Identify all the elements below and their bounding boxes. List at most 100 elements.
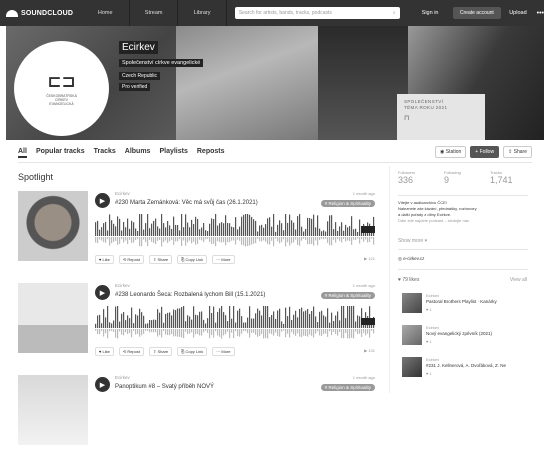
share-button[interactable]: ⇪ Share xyxy=(149,255,173,264)
station-button[interactable]: ◉ Station xyxy=(434,146,467,158)
banner-photo xyxy=(176,26,318,140)
play-button[interactable]: ▶ xyxy=(95,285,110,300)
liked-track-user[interactable]: Ecirkev xyxy=(426,357,439,362)
avatar[interactable]: ⊏⊐ ČESKOBRATRSKÁ CÍRKEV EVANGELICKÁ xyxy=(14,41,109,136)
copy-link-button[interactable]: ⎘ Copy Link xyxy=(177,347,208,356)
repost-button[interactable]: ⟲ Repost xyxy=(118,255,144,264)
like-button[interactable]: ♥ Like xyxy=(95,347,114,356)
website-link[interactable]: ◎ e-cirkev.cz xyxy=(398,256,424,262)
create-account-button[interactable]: Create account xyxy=(452,7,502,19)
cloud-icon xyxy=(6,9,18,17)
tab-all[interactable]: All xyxy=(18,148,27,158)
profile-actions: ◉ Station + Follow ⇪ Share xyxy=(434,146,532,158)
track-date: 1 month ago xyxy=(352,191,375,196)
repost-label: Repost xyxy=(127,257,140,262)
follow-button[interactable]: + Follow xyxy=(470,146,500,158)
liked-track[interactable]: Ecirkev Pastoral Brothers Playlist · Kan… xyxy=(398,293,530,319)
search-input[interactable]: Search for artists, bands, tracks, podca… xyxy=(234,7,400,19)
track-date: 1 month ago xyxy=(352,375,375,380)
waveform[interactable] xyxy=(95,306,375,340)
share-button[interactable]: ⇪ Share xyxy=(503,146,532,158)
nav-library[interactable]: Library xyxy=(178,0,227,26)
liked-track-artwork[interactable] xyxy=(402,357,422,377)
more-button[interactable]: ⋯ More xyxy=(212,347,235,356)
logo-text: SOUNDCLOUD xyxy=(21,9,74,17)
bio-line: Dále zde najdete podcast – sledujte nás xyxy=(398,218,469,223)
liked-track[interactable]: Ecirkev #231 J. Kellnerová, A. Dvořáková… xyxy=(398,357,530,383)
liked-track-title[interactable]: Pastoral Brothers Playlist · Kanárky xyxy=(426,299,530,304)
tab-reposts[interactable]: Reposts xyxy=(197,148,225,158)
top-bar: SOUNDCLOUD Home Stream Library Search fo… xyxy=(0,0,544,26)
share-button[interactable]: ⇪ Share xyxy=(149,347,173,356)
like-button[interactable]: ♥ Like xyxy=(95,255,114,264)
track-title[interactable]: #230 Marta Zemánková: Věc má svůj čas (2… xyxy=(115,200,258,206)
genre-tag[interactable]: # Religion & Spirituality xyxy=(320,384,375,391)
genre-tag[interactable]: # Religion & Spirituality xyxy=(320,200,375,207)
chevron-down-icon: ▾ xyxy=(423,238,428,244)
track-actions: ♥ Like ⟲ Repost ⇪ Share ⎘ Copy Link ⋯ Mo… xyxy=(95,255,235,264)
track-artwork[interactable] xyxy=(18,191,88,261)
liked-track-artwork[interactable] xyxy=(402,293,422,313)
track-title[interactable]: #238 Leonardo Šeca: Rozbalená lychom Bil… xyxy=(115,292,265,298)
track-artwork[interactable] xyxy=(18,375,88,445)
liked-track-user[interactable]: Ecirkev xyxy=(426,325,439,330)
liked-track-user[interactable]: Ecirkev xyxy=(426,293,439,298)
spec-title: SPOLEČENSTVÍ TÉMA ROKU 2021 xyxy=(404,99,448,110)
liked-track-stat: ♥ 1 xyxy=(426,307,432,312)
tab-tracks[interactable]: Tracks xyxy=(94,148,116,158)
show-more-link[interactable]: Show more ▾ xyxy=(398,238,427,244)
liked-track-title[interactable]: Nový evangelický zpěvník (2021) xyxy=(426,331,530,336)
more-label: More xyxy=(221,257,231,262)
play-button[interactable]: ▶ xyxy=(95,193,110,208)
profile-sidebar: Followers 336 Following 9 Tracks 1,741 V… xyxy=(389,166,533,393)
tab-playlists[interactable]: Playlists xyxy=(159,148,187,158)
stat-tracks[interactable]: Tracks 1,741 xyxy=(490,170,536,185)
tab-albums[interactable]: Albums xyxy=(125,148,151,158)
liked-track-title[interactable]: #231 J. Kellnerová, A. Dvořáková, Z. Ne xyxy=(426,363,530,368)
tabs-divider xyxy=(18,162,532,163)
play-button[interactable]: ▶ xyxy=(95,377,110,392)
verified-badge: Pro verified xyxy=(119,83,151,91)
tab-popular-tracks[interactable]: Popular tracks xyxy=(36,148,85,158)
play-count: ▶ 131 xyxy=(364,348,375,353)
track-item: ▶ Ecirkev #238 Leonardo Šeca: Rozbalená … xyxy=(18,283,375,368)
profile-tabs: All Popular tracks Tracks Albums Playlis… xyxy=(18,148,225,158)
liked-track-artwork[interactable] xyxy=(402,325,422,345)
play-count-value: 131 xyxy=(368,348,375,353)
more-label: More xyxy=(221,349,231,354)
stat-followers[interactable]: Followers 336 xyxy=(398,170,444,185)
track-title[interactable]: Panoptikum #8 – Svatý příběh NOVÝ xyxy=(115,384,214,390)
more-icon[interactable]: ••• xyxy=(537,10,544,17)
liked-track-stat-value: 1 xyxy=(429,339,432,344)
avatar-logo-text: ČESKOBRATRSKÁ CÍRKEV EVANGELICKÁ xyxy=(46,93,77,106)
track-artwork[interactable] xyxy=(18,283,88,353)
track-user[interactable]: Ecirkev xyxy=(115,283,130,288)
liked-track[interactable]: Ecirkev Nový evangelický zpěvník (2021) … xyxy=(398,325,530,351)
nav-stream[interactable]: Stream xyxy=(130,0,179,26)
spec-sign: SPOLEČENSTVÍ TÉMA ROKU 2021 ⊓ xyxy=(397,94,485,140)
copy-link-button[interactable]: ⎘ Copy Link xyxy=(177,255,208,264)
track-user[interactable]: Ecirkev xyxy=(115,191,130,196)
sidebar-divider xyxy=(398,269,528,270)
track-item: ▶ Ecirkev #230 Marta Zemánková: Věc má s… xyxy=(18,191,375,276)
genre-tag[interactable]: # Religion & Spirituality xyxy=(320,292,375,299)
profile-location: Czech Republic xyxy=(119,72,161,80)
stat-following[interactable]: Following 9 xyxy=(444,170,490,185)
like-label: Like xyxy=(102,349,110,354)
sidebar-divider xyxy=(398,249,528,250)
nav-home[interactable]: Home xyxy=(82,0,130,26)
signin-button[interactable]: Sign in xyxy=(414,10,447,16)
repost-button[interactable]: ⟲ Repost xyxy=(118,347,144,356)
view-all-link[interactable]: View all xyxy=(510,277,527,283)
waveform[interactable] xyxy=(95,214,375,248)
upload-link[interactable]: Upload xyxy=(509,10,526,16)
track-user[interactable]: Ecirkev xyxy=(115,375,130,380)
church-logo-icon: ⊏⊐ xyxy=(47,71,76,92)
more-button[interactable]: ⋯ More xyxy=(212,255,235,264)
website-link-label: e-cirkev.cz xyxy=(403,256,425,261)
copy-link-label: Copy Link xyxy=(185,349,204,354)
play-count: ▶ 121 xyxy=(364,256,375,261)
stat-value: 9 xyxy=(444,175,450,185)
soundcloud-logo[interactable]: SOUNDCLOUD xyxy=(0,0,82,26)
follow-label: Follow xyxy=(479,149,495,155)
